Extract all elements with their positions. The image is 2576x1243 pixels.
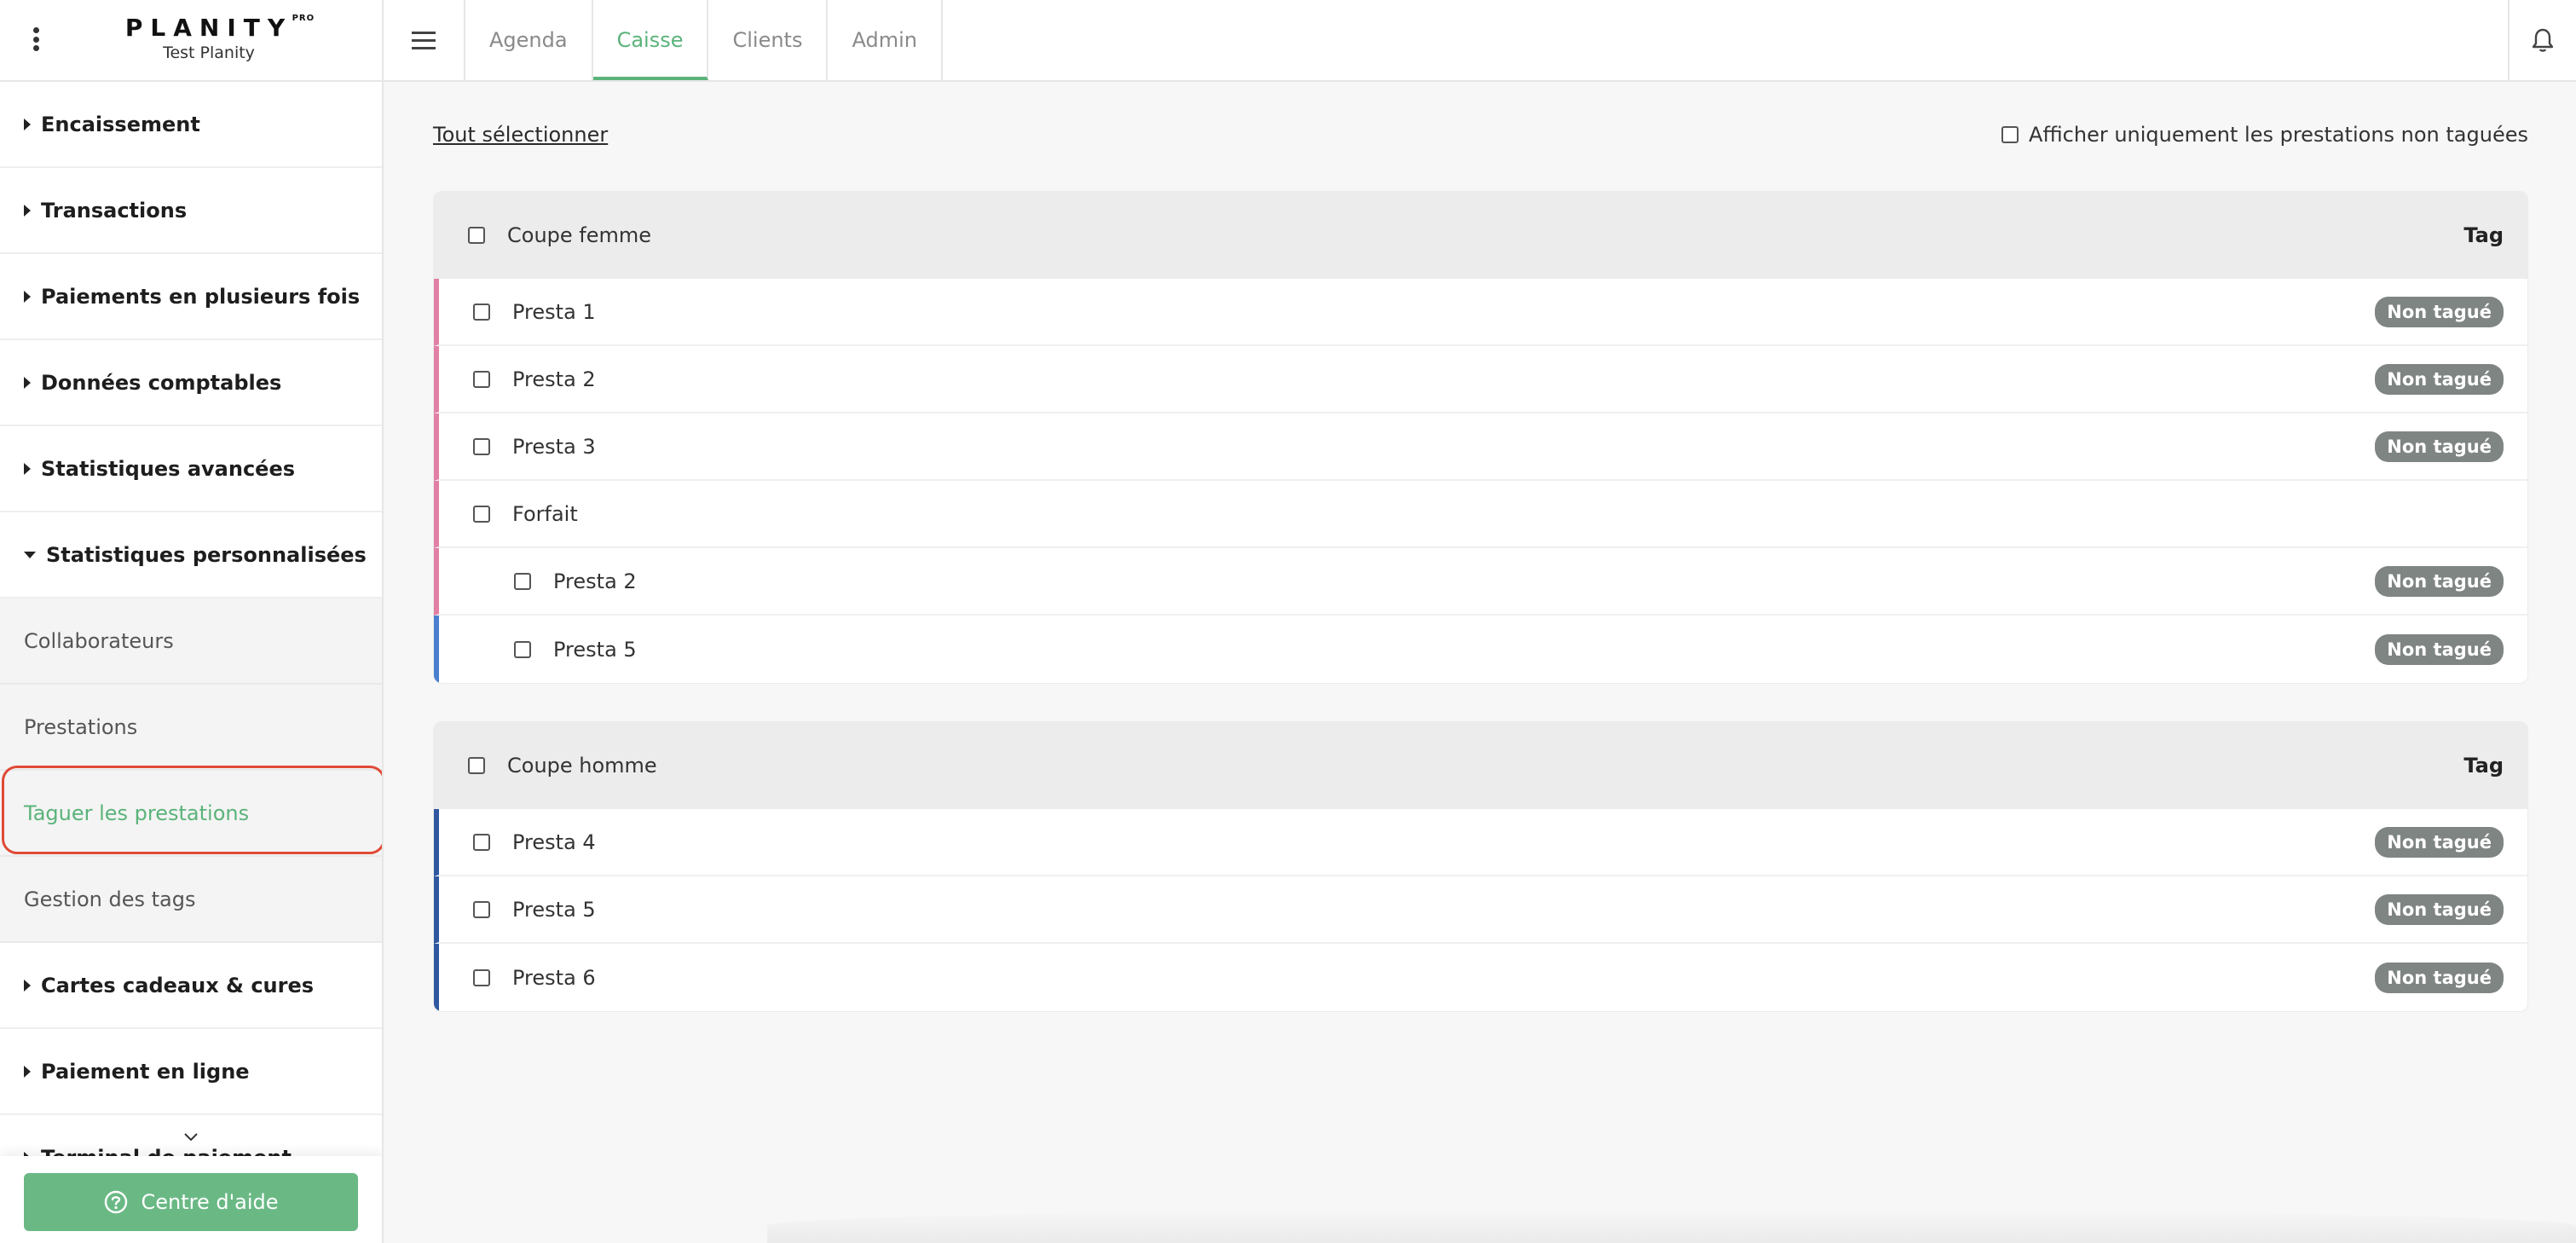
table-row[interactable]: Presta 5 Non tagué bbox=[434, 876, 2527, 944]
row-label: Presta 2 bbox=[512, 367, 596, 391]
caret-right-icon bbox=[24, 462, 31, 475]
sidebar-item-transactions[interactable]: Transactions bbox=[0, 168, 382, 254]
tab-caisse[interactable]: Caisse bbox=[592, 0, 709, 80]
select-all-link[interactable]: Tout sélectionner bbox=[433, 123, 608, 147]
tag-badge[interactable]: Non tagué bbox=[2375, 893, 2504, 925]
more-options-icon[interactable] bbox=[26, 22, 46, 56]
group-coupe-femme: Coupe femme Tag Presta 1 Non tagué Prest… bbox=[433, 191, 2528, 684]
row-checkbox[interactable] bbox=[514, 572, 531, 590]
tag-badge[interactable]: Non tagué bbox=[2375, 296, 2504, 327]
untagged-filter-label: Afficher uniquement les prestations non … bbox=[2029, 123, 2528, 147]
sidebar-item-label: Données comptables bbox=[41, 370, 282, 395]
row-checkbox[interactable] bbox=[473, 303, 490, 321]
row-label: Presta 3 bbox=[512, 434, 596, 459]
sidebar-item-label: Paiements en plusieurs fois bbox=[41, 284, 361, 309]
sidebar-item-encaissement[interactable]: Encaissement bbox=[0, 82, 382, 168]
sidebar-item-cartes-cadeaux[interactable]: Cartes cadeaux & cures bbox=[0, 943, 382, 1029]
top-bar: PLANITY PRO Test Planity Agenda Caisse Cl… bbox=[0, 0, 2576, 82]
row-label: Forfait bbox=[512, 501, 578, 526]
group-header: Coupe homme Tag bbox=[434, 722, 2527, 809]
sidebar-subitem-gestion-tags[interactable]: Gestion des tags bbox=[0, 857, 382, 943]
caret-right-icon bbox=[24, 1065, 31, 1078]
table-row[interactable]: Presta 4 Non tagué bbox=[434, 809, 2527, 876]
row-checkbox[interactable] bbox=[473, 370, 490, 388]
tab-clients[interactable]: Clients bbox=[708, 0, 829, 80]
group-name: Coupe femme bbox=[507, 223, 652, 247]
tag-badge[interactable]: Non tagué bbox=[2375, 633, 2504, 665]
sidebar-item-label: Transactions bbox=[41, 198, 188, 223]
sidebar-subitem-collaborateurs[interactable]: Collaborateurs bbox=[0, 598, 382, 685]
sidebar: Encaissement Transactions Paiements en p… bbox=[0, 82, 384, 1243]
sidebar-item-paiement-en-ligne[interactable]: Paiement en ligne bbox=[0, 1029, 382, 1115]
help-circle-icon bbox=[105, 1190, 128, 1214]
table-row[interactable]: Presta 1 Non tagué bbox=[434, 279, 2527, 346]
sidebar-item-donnees-comptables[interactable]: Données comptables bbox=[0, 340, 382, 426]
group-checkbox[interactable] bbox=[468, 227, 485, 244]
row-checkbox[interactable] bbox=[473, 968, 490, 986]
logo[interactable]: PLANITY PRO Test Planity bbox=[111, 14, 314, 62]
tab-admin[interactable]: Admin bbox=[828, 0, 943, 80]
brand-area: PLANITY PRO Test Planity bbox=[0, 0, 384, 80]
untagged-filter[interactable]: Afficher uniquement les prestations non … bbox=[2001, 123, 2528, 147]
table-row[interactable]: Presta 3 Non tagué bbox=[434, 413, 2527, 481]
help-center-label: Centre d'aide bbox=[141, 1190, 279, 1214]
main-content: Tout sélectionner Afficher uniquement le… bbox=[385, 82, 2576, 1243]
row-checkbox[interactable] bbox=[473, 437, 490, 455]
sidebar-subitem-taguer-prestations[interactable]: Taguer les prestations bbox=[0, 771, 382, 857]
tag-badge[interactable]: Non tagué bbox=[2375, 962, 2504, 993]
row-checkbox[interactable] bbox=[514, 640, 531, 658]
caret-right-icon bbox=[24, 376, 31, 389]
sidebar-item-statistiques-avancees[interactable]: Statistiques avancées bbox=[0, 426, 382, 512]
help-footer: Centre d'aide bbox=[0, 1156, 382, 1243]
tag-column-header: Tag bbox=[2463, 754, 2504, 778]
row-checkbox[interactable] bbox=[473, 900, 490, 918]
chevron-down-icon[interactable] bbox=[182, 1129, 199, 1146]
tag-badge[interactable]: Non tagué bbox=[2375, 565, 2504, 597]
notifications-bell-icon[interactable] bbox=[2508, 0, 2576, 80]
main-tabs: Agenda Caisse Clients Admin bbox=[465, 0, 943, 80]
tag-column-header: Tag bbox=[2463, 223, 2504, 247]
sidebar-item-label: Encaissement bbox=[41, 112, 200, 136]
table-row[interactable]: Presta 5 Non tagué bbox=[434, 616, 2527, 683]
row-label: Presta 5 bbox=[512, 897, 596, 922]
untagged-filter-checkbox[interactable] bbox=[2001, 126, 2019, 143]
menu-toggle-icon[interactable] bbox=[384, 0, 465, 80]
sidebar-item-paiements-plusieurs-fois[interactable]: Paiements en plusieurs fois bbox=[0, 254, 382, 340]
group-name: Coupe homme bbox=[507, 754, 657, 778]
salon-name: Test Planity bbox=[163, 43, 255, 62]
table-row[interactable]: Presta 6 Non tagué bbox=[434, 944, 2527, 1011]
row-label: Presta 1 bbox=[512, 299, 596, 324]
logo-text: PLANITY bbox=[124, 14, 293, 42]
sidebar-item-statistiques-personnalisees[interactable]: Statistiques personnalisées bbox=[0, 512, 382, 598]
sidebar-item-label: Statistiques avancées bbox=[41, 456, 296, 481]
row-label: Presta 4 bbox=[512, 830, 596, 854]
tag-badge[interactable]: Non tagué bbox=[2375, 826, 2504, 858]
table-row[interactable]: Presta 2 Non tagué bbox=[434, 548, 2527, 616]
sidebar-item-label: Statistiques personnalisées bbox=[46, 542, 367, 567]
row-checkbox[interactable] bbox=[473, 833, 490, 851]
logo-wordmark: PLANITY PRO bbox=[124, 14, 314, 42]
caret-right-icon bbox=[24, 204, 31, 217]
row-checkbox[interactable] bbox=[473, 505, 490, 523]
sidebar-item-label: Cartes cadeaux & cures bbox=[41, 973, 315, 997]
logo-pro-badge: PRO bbox=[292, 14, 315, 23]
table-row[interactable]: Presta 2 Non tagué bbox=[434, 346, 2527, 413]
group-header: Coupe femme Tag bbox=[434, 192, 2527, 279]
caret-right-icon bbox=[24, 979, 31, 992]
table-row[interactable]: Forfait bbox=[434, 481, 2527, 548]
tag-badge[interactable]: Non tagué bbox=[2375, 363, 2504, 395]
help-center-button[interactable]: Centre d'aide bbox=[24, 1173, 358, 1231]
row-label: Presta 6 bbox=[512, 965, 596, 990]
group-coupe-homme: Coupe homme Tag Presta 4 Non tagué Prest… bbox=[433, 721, 2528, 1012]
caret-right-icon bbox=[24, 118, 31, 130]
caret-down-icon bbox=[24, 551, 36, 558]
sidebar-item-label: Paiement en ligne bbox=[41, 1059, 250, 1084]
tab-agenda[interactable]: Agenda bbox=[465, 0, 593, 80]
row-label: Presta 2 bbox=[553, 569, 637, 593]
tag-badge[interactable]: Non tagué bbox=[2375, 431, 2504, 462]
group-checkbox[interactable] bbox=[468, 757, 485, 774]
caret-right-icon bbox=[24, 290, 31, 303]
row-label: Presta 5 bbox=[553, 637, 637, 662]
sidebar-subitem-prestations[interactable]: Prestations bbox=[0, 685, 382, 771]
